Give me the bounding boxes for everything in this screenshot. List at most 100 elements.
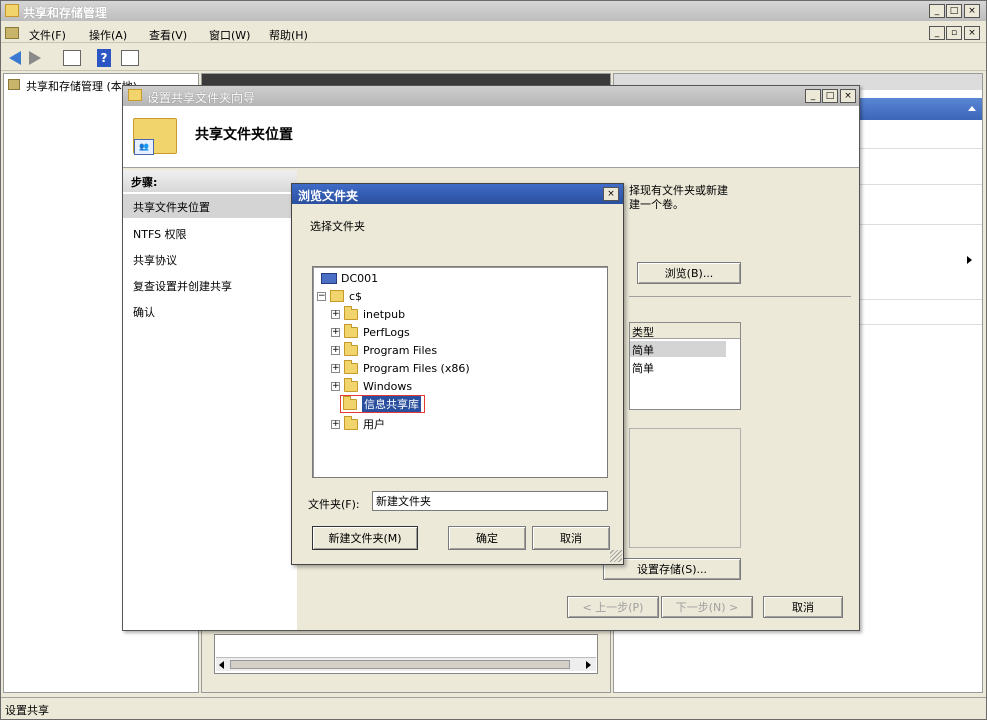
menu-file[interactable]: 文件(F) bbox=[29, 27, 66, 43]
separator-line bbox=[629, 296, 851, 297]
wizard-close-button[interactable]: × bbox=[840, 89, 856, 103]
wizard-title-bar: 设置共享文件夹向导 _ □ × bbox=[123, 86, 859, 106]
volume-list[interactable]: 类型 简单 简单 bbox=[629, 322, 741, 410]
new-folder-button[interactable]: 新建文件夹(M) bbox=[312, 526, 418, 550]
action-row-4[interactable] bbox=[860, 299, 982, 300]
maximize-button[interactable]: □ bbox=[946, 4, 962, 18]
menu-view[interactable]: 查看(V) bbox=[149, 27, 187, 43]
browse-folder-dialog: 浏览文件夹 × 选择文件夹 DC001 − c$ + inetpub + Per… bbox=[291, 183, 624, 565]
volume-row-selected[interactable]: 简单 bbox=[630, 341, 726, 357]
scroll-right-arrow-icon[interactable] bbox=[586, 661, 591, 669]
tree-node-folder[interactable]: + Windows bbox=[331, 377, 412, 395]
close-button[interactable]: × bbox=[964, 4, 980, 18]
computer-icon bbox=[321, 272, 337, 284]
volume-type-cell: 简单 bbox=[632, 344, 654, 357]
wizard-maximize-button[interactable]: □ bbox=[822, 89, 838, 103]
share-badge-icon: 👥 bbox=[134, 139, 154, 155]
resize-grip-icon[interactable] bbox=[610, 550, 622, 562]
next-button[interactable]: 下一步(N) > bbox=[661, 596, 753, 618]
folder-icon bbox=[344, 359, 358, 374]
prev-button[interactable]: < 上一步(P) bbox=[567, 596, 659, 618]
scroll-left-arrow-icon[interactable] bbox=[219, 661, 224, 669]
expand-icon[interactable]: + bbox=[331, 327, 340, 337]
browse-button[interactable]: 浏览(B)... bbox=[637, 262, 741, 284]
tree-node-label: DC001 bbox=[341, 271, 379, 285]
wizard-header: 👥 共享文件夹位置 bbox=[123, 106, 859, 168]
tree-root-item[interactable]: 共享和存储管理 (本地) bbox=[26, 78, 137, 94]
steps-label-bar: 步骤: bbox=[123, 170, 297, 192]
tree-node-drive[interactable]: − c$ bbox=[317, 287, 362, 305]
folder-icon bbox=[343, 395, 357, 410]
minimize-button[interactable]: _ bbox=[929, 4, 945, 18]
menu-action[interactable]: 操作(A) bbox=[89, 27, 127, 43]
tree-node-label: Windows bbox=[363, 379, 413, 393]
collapse-icon[interactable]: − bbox=[317, 291, 326, 301]
folder-name-input[interactable] bbox=[372, 491, 608, 511]
child-minimize-button[interactable]: _ bbox=[929, 26, 945, 40]
folder-icon bbox=[344, 323, 358, 338]
menu-help[interactable]: 帮助(H) bbox=[269, 27, 308, 43]
tree-node-computer[interactable]: DC001 bbox=[321, 269, 378, 287]
toolbar: ? bbox=[1, 45, 986, 71]
description-line-2: 建一个卷。 bbox=[629, 198, 684, 211]
scroll-thumb[interactable] bbox=[230, 660, 570, 669]
status-text: 设置共享 bbox=[5, 704, 49, 717]
submenu-arrow-icon[interactable] bbox=[967, 256, 972, 264]
tree-node-label: PerfLogs bbox=[363, 325, 410, 339]
mmc-icon bbox=[5, 27, 19, 39]
app-icon bbox=[5, 4, 19, 17]
horizontal-scrollbar[interactable] bbox=[216, 657, 596, 671]
action-row-5[interactable] bbox=[860, 324, 982, 325]
step-label: 复查设置并创建共享 bbox=[133, 280, 232, 293]
step-label: 确认 bbox=[133, 306, 155, 319]
folder-icon bbox=[344, 415, 358, 430]
child-close-button[interactable]: × bbox=[964, 26, 980, 40]
tree-node-folder[interactable]: + inetpub bbox=[331, 305, 405, 323]
status-bar: 设置共享 bbox=[1, 697, 986, 719]
tree-node-label-selected: 信息共享库 bbox=[362, 396, 421, 412]
volume-details-box bbox=[629, 428, 741, 548]
action-row-3[interactable] bbox=[860, 224, 982, 225]
tree-node-label: 用户 bbox=[363, 418, 385, 431]
collapse-up-icon[interactable] bbox=[968, 106, 976, 111]
child-restore-button[interactable]: ▫ bbox=[946, 26, 962, 40]
help-icon[interactable]: ? bbox=[97, 49, 111, 67]
tree-node-folder[interactable]: + 用户 bbox=[331, 415, 385, 433]
tree-node-folder[interactable]: + Program Files bbox=[331, 341, 437, 359]
expand-icon[interactable]: + bbox=[331, 419, 340, 429]
step-label: 共享文件夹位置 bbox=[133, 201, 210, 214]
browse-close-button[interactable]: × bbox=[603, 187, 619, 201]
type-column-header[interactable]: 类型 bbox=[630, 323, 740, 339]
step-label: 共享协议 bbox=[133, 254, 177, 267]
back-arrow-icon[interactable] bbox=[9, 51, 21, 65]
wizard-minimize-button[interactable]: _ bbox=[805, 89, 821, 103]
action-row-1[interactable] bbox=[860, 148, 982, 149]
expand-icon[interactable]: + bbox=[331, 345, 340, 355]
tree-node-folder-selected[interactable]: 信息共享库 bbox=[340, 395, 425, 413]
action-row-2[interactable] bbox=[860, 184, 982, 185]
folder-tree[interactable]: DC001 − c$ + inetpub + PerfLogs + Progra… bbox=[312, 266, 608, 478]
tree-node-folder[interactable]: + PerfLogs bbox=[331, 323, 410, 341]
tree-node-folder[interactable]: + Program Files (x86) bbox=[331, 359, 470, 377]
browse-cancel-button[interactable]: 取消 bbox=[532, 526, 610, 550]
action-pane-header[interactable] bbox=[860, 98, 982, 120]
forward-arrow-icon[interactable] bbox=[29, 51, 41, 65]
main-title-bar: 共享和存储管理 _ □ × bbox=[1, 1, 986, 21]
ok-button[interactable]: 确定 bbox=[448, 526, 526, 550]
menu-window[interactable]: 窗口(W) bbox=[209, 27, 250, 43]
main-title: 共享和存储管理 bbox=[23, 6, 108, 20]
expand-icon[interactable]: + bbox=[331, 309, 340, 319]
expand-icon[interactable]: + bbox=[331, 381, 340, 391]
wizard-header-title: 共享文件夹位置 bbox=[195, 127, 293, 143]
steps-label: 步骤: bbox=[131, 176, 158, 189]
tree-node-label: inetpub bbox=[363, 307, 406, 321]
wizard-cancel-button[interactable]: 取消 bbox=[763, 596, 843, 618]
share-folder-icon: 👥 bbox=[133, 118, 177, 155]
volume-row[interactable]: 简单 bbox=[630, 359, 726, 375]
expand-icon[interactable]: + bbox=[331, 363, 340, 373]
show-tree-icon[interactable] bbox=[63, 50, 81, 66]
menu-bar: 文件(F) 操作(A) 查看(V) 窗口(W) 帮助(H) _ ▫ × bbox=[1, 23, 986, 43]
show-action-pane-icon[interactable] bbox=[121, 50, 139, 66]
select-folder-prompt: 选择文件夹 bbox=[310, 220, 365, 233]
wizard-footer: < 上一步(P) 下一步(N) > 取消 bbox=[299, 590, 857, 630]
